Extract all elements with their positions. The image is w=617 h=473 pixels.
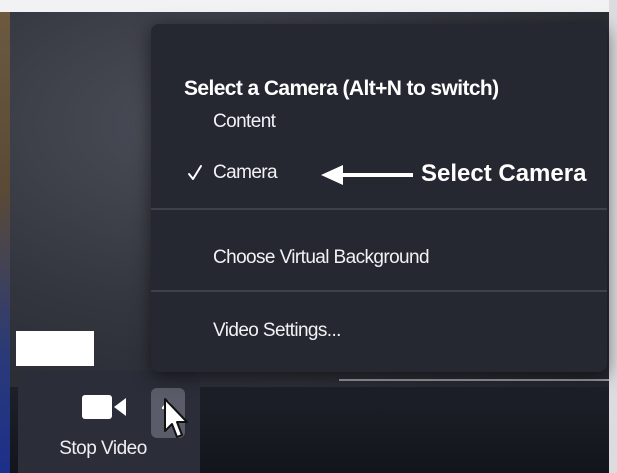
stop-video-label[interactable]: Stop Video [48,438,158,460]
menu-heading: Select a Camera (Alt+N to switch) [184,77,499,100]
annotation-label: Select Camera [421,160,587,187]
photo-edge-left [0,0,10,473]
select-camera-annotation: Select Camera [319,160,594,190]
menu-divider [151,208,607,210]
menu-item-label: Content [213,111,276,132]
menu-item-label: Choose Virtual Background [213,247,430,268]
menu-item-virtual-background[interactable]: Choose Virtual Background [151,238,607,278]
menu-item-label: Camera [213,162,278,183]
menu-item-video-settings[interactable]: Video Settings... [151,311,607,351]
redacted-box [16,331,94,366]
camera-select-menu: Select a Camera (Alt+N to switch) Conten… [151,24,607,372]
stop-video-button[interactable] [80,391,128,423]
mouse-pointer-icon [164,398,188,438]
checkmark-icon [188,165,202,180]
menu-item-label: Video Settings... [213,320,341,341]
divider-line [339,379,609,381]
photo-edge-top [0,0,617,12]
meeting-window: Stop Video Select a Camera (Alt+N to swi… [0,0,617,473]
menu-item-content[interactable]: Content [151,102,607,142]
photo-edge-right [609,0,617,473]
left-arrow-icon [321,165,413,185]
menu-divider [151,290,607,292]
video-camera-icon [82,395,126,419]
